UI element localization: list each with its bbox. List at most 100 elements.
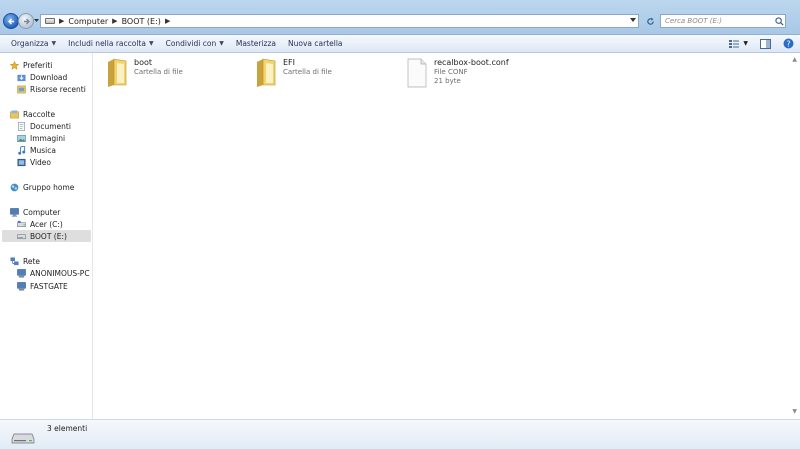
download-folder-icon [17, 74, 26, 81]
nav-drive-c[interactable]: Acer (C:) [17, 218, 63, 230]
recent-places-icon [17, 85, 26, 93]
forward-button[interactable] [18, 13, 34, 29]
file-type: Cartella di file [283, 68, 332, 76]
nav-documents-label: Documenti [30, 121, 71, 131]
file-item[interactable]: recalbox-boot.conf File CONF 21 byte [406, 58, 509, 88]
file-item[interactable]: EFI Cartella di file [255, 58, 332, 88]
organize-menu-button[interactable]: Organizza ▼ [0, 35, 62, 53]
nav-computer-label: Computer [23, 207, 61, 217]
breadcrumb-boot-drive[interactable]: BOOT (E:) [122, 17, 161, 26]
chevron-down-icon: ▼ [51, 40, 57, 47]
network-icon [10, 256, 19, 265]
navigation-pane: Preferiti Download Risorse recenti Racco… [0, 53, 93, 419]
nav-homegroup[interactable]: Gruppo home [10, 181, 74, 193]
computer-icon [10, 207, 19, 217]
scroll-up-icon[interactable]: ▲ [792, 56, 797, 63]
share-with-button[interactable]: Condividi con ▼ [160, 35, 230, 53]
search-input[interactable]: Cerca BOOT (E:) [660, 14, 786, 28]
breadcrumb-separator-icon[interactable]: ▶ [59, 17, 64, 25]
chevron-down-icon: ▼ [219, 40, 224, 47]
recent-pages-chevron-icon[interactable] [34, 19, 39, 23]
nav-download[interactable]: Download [17, 71, 67, 83]
window-header: ▶ Computer ▶ BOOT (E:) ▶ Cerca BOOT (E:) [0, 0, 800, 35]
folder-icon [108, 58, 127, 87]
refresh-icon [646, 17, 654, 25]
removable-drive-icon [11, 433, 35, 444]
arrow-left-icon [8, 18, 14, 25]
organize-label: Organizza [11, 39, 49, 48]
arrow-right-icon [24, 18, 30, 25]
command-bar: Organizza ▼ Includi nella raccolta ▼ Con… [0, 35, 800, 53]
hard-drive-icon [17, 220, 26, 227]
view-controls: ▼ ? [729, 38, 794, 49]
network-computer-icon [17, 268, 26, 278]
new-folder-button[interactable]: Nuova cartella [282, 35, 349, 53]
search-icon[interactable] [775, 17, 784, 26]
nav-download-label: Download [30, 72, 68, 82]
pictures-icon [17, 134, 26, 142]
scroll-down-icon[interactable]: ▼ [792, 408, 797, 415]
svg-text:?: ? [786, 39, 790, 48]
nav-drive-e-label: BOOT (E:) [30, 231, 67, 241]
refresh-button[interactable] [643, 14, 657, 28]
view-options-icon [729, 39, 740, 48]
nav-video-label: Video [30, 157, 52, 167]
nav-libraries[interactable]: Raccolte [10, 108, 55, 120]
address-bar[interactable]: ▶ Computer ▶ BOOT (E:) ▶ [40, 14, 639, 28]
chevron-down-icon: ▼ [148, 40, 154, 47]
drive-icon [45, 18, 55, 24]
address-history-chevron-icon[interactable] [630, 18, 636, 23]
breadcrumb-computer[interactable]: Computer [68, 17, 108, 26]
file-size: 21 byte [434, 77, 461, 85]
file-item[interactable]: boot Cartella di file [106, 58, 183, 88]
nav-computer[interactable]: Computer [10, 206, 60, 218]
nav-pictures-label: Immagini [30, 133, 66, 143]
nav-music-label: Musica [30, 145, 56, 155]
folder-icon [257, 58, 276, 87]
include-label: Includi nella raccolta [68, 39, 146, 48]
document-icon [407, 58, 427, 88]
nav-music[interactable]: Musica [17, 144, 56, 156]
video-icon [17, 158, 26, 166]
chevron-down-icon: ▼ [743, 40, 748, 47]
item-count: 3 elementi [47, 424, 88, 433]
star-icon [10, 60, 19, 70]
file-name: recalbox-boot.conf [434, 58, 509, 67]
nav-network-pc-fastgate[interactable]: FASTGATE [17, 280, 68, 292]
nav-network-label: Rete [23, 256, 41, 266]
nav-homegroup-label: Gruppo home [23, 182, 75, 192]
include-in-library-button[interactable]: Includi nella raccolta ▼ [62, 35, 159, 53]
nav-pictures[interactable]: Immagini [17, 132, 65, 144]
network-computer-icon [17, 281, 26, 291]
file-list: boot Cartella di file EFI Cartella di fi… [94, 53, 800, 419]
burn-label: Masterizza [235, 39, 277, 48]
nav-pc2-label: FASTGATE [30, 281, 68, 291]
burn-button[interactable]: Masterizza [230, 35, 282, 53]
breadcrumb-separator-icon[interactable]: ▶ [165, 17, 170, 25]
nav-pc1-label: ANONIMOUS-PC [30, 268, 90, 278]
nav-favorites[interactable]: Preferiti [10, 59, 52, 71]
nav-video[interactable]: Video [17, 156, 51, 168]
change-view-button[interactable]: ▼ [729, 39, 748, 49]
new-folder-label: Nuova cartella [288, 39, 343, 48]
status-bar: 3 elementi [0, 419, 800, 449]
preview-pane-button[interactable] [760, 38, 771, 49]
nav-favorites-label: Preferiti [23, 60, 53, 70]
nav-libraries-label: Raccolte [23, 109, 56, 119]
back-button[interactable] [3, 13, 19, 29]
file-name: boot [134, 58, 153, 67]
file-type: Cartella di file [134, 68, 183, 76]
homegroup-icon [10, 183, 19, 191]
help-icon[interactable]: ? [783, 38, 794, 49]
documents-icon [18, 121, 25, 131]
nav-documents[interactable]: Documenti [17, 120, 71, 132]
nav-network[interactable]: Rete [10, 255, 40, 267]
nav-network-pc-anonimous[interactable]: ANONIMOUS-PC [17, 267, 90, 279]
nav-recent-places[interactable]: Risorse recenti [17, 83, 86, 95]
file-name: EFI [283, 58, 296, 67]
music-icon [18, 145, 26, 155]
nav-drive-e[interactable]: BOOT (E:) [2, 230, 91, 242]
breadcrumb-separator-icon[interactable]: ▶ [112, 17, 117, 25]
file-text: recalbox-boot.conf File CONF 21 byte [434, 58, 509, 88]
file-text: EFI Cartella di file [283, 58, 332, 88]
